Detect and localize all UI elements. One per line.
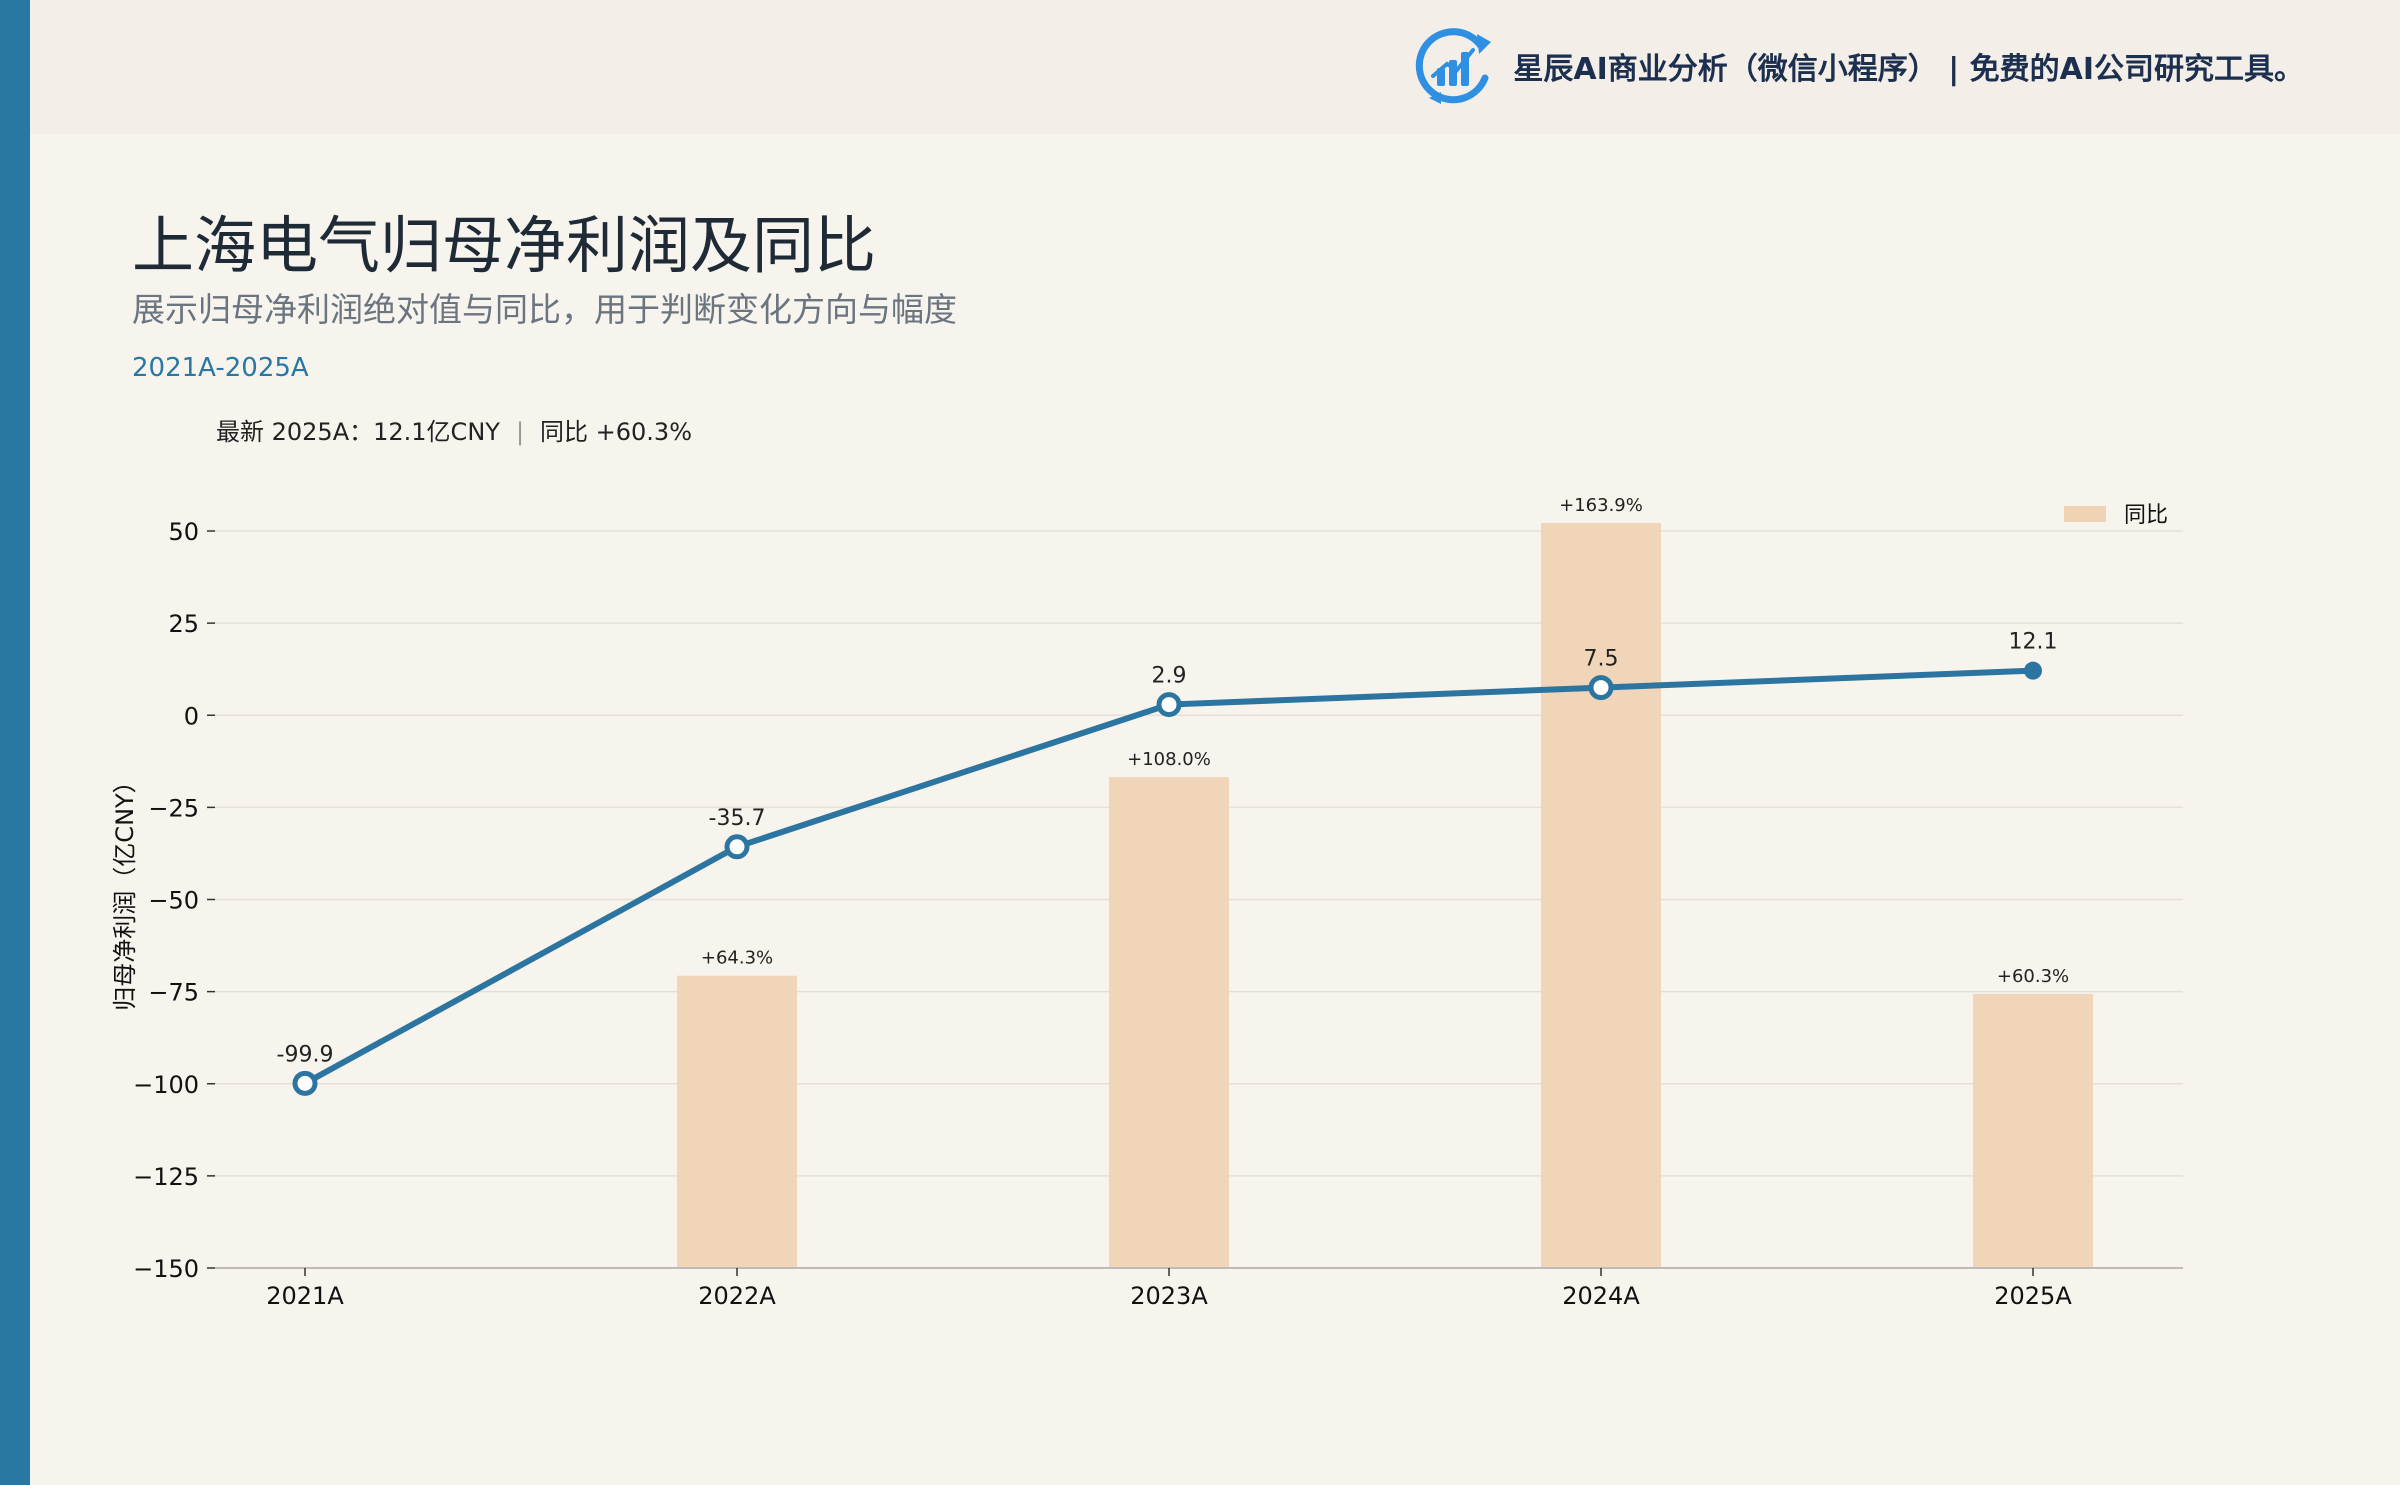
x-tick-label: 2021A: [266, 1282, 344, 1310]
yoy-bar: [677, 975, 797, 1268]
y-tick-label: −100: [133, 1071, 199, 1099]
yoy-bar-label: +60.3%: [1997, 966, 2069, 987]
y-tick-label: 0: [184, 702, 199, 730]
legend-label-yoy: 同比: [2124, 503, 2168, 528]
x-tick-label: 2024A: [1562, 1282, 1640, 1310]
y-tick-label: −125: [133, 1163, 199, 1191]
yoy-bar-label: +64.3%: [701, 948, 773, 969]
net-profit-label: 2.9: [1152, 664, 1187, 689]
x-tick-label: 2022A: [698, 1282, 776, 1310]
x-tick-label: 2023A: [1130, 1282, 1208, 1310]
y-tick-label: −75: [148, 979, 199, 1007]
yoy-bar: [1109, 777, 1229, 1268]
net-profit-point: [1156, 692, 1182, 718]
legend-swatch-yoy: [2064, 506, 2106, 522]
net-profit-point: [292, 1070, 318, 1096]
net-profit-chart: 50 25 0 −25 −50 −75 −100 −125 −150 +64.3% +108.0% +…: [111, 495, 2183, 1310]
net-profit-point: [2024, 661, 2042, 680]
yoy-bar-label: +163.9%: [1559, 495, 1643, 516]
y-tick-label: −50: [148, 887, 199, 915]
net-profit-label: 12.1: [2009, 630, 2058, 655]
net-profit-point: [724, 834, 750, 860]
y-axis-label: 归母净利润（亿CNY）: [111, 769, 139, 1010]
y-tick-label: 25: [168, 610, 199, 638]
y-tick-label: −150: [133, 1255, 199, 1283]
y-tick-label: −25: [148, 794, 199, 822]
y-tick-label: 50: [168, 518, 199, 546]
x-tick-label: 2025A: [1994, 1282, 2072, 1310]
net-profit-label: -99.9: [277, 1042, 334, 1067]
net-profit-label: -35.7: [709, 806, 766, 831]
yoy-bar: [1973, 993, 2093, 1268]
net-profit-point: [1588, 675, 1614, 701]
yoy-bar-label: +108.0%: [1127, 749, 1211, 770]
net-profit-label: 7.5: [1584, 647, 1619, 672]
yoy-bar: [1541, 523, 1661, 1268]
